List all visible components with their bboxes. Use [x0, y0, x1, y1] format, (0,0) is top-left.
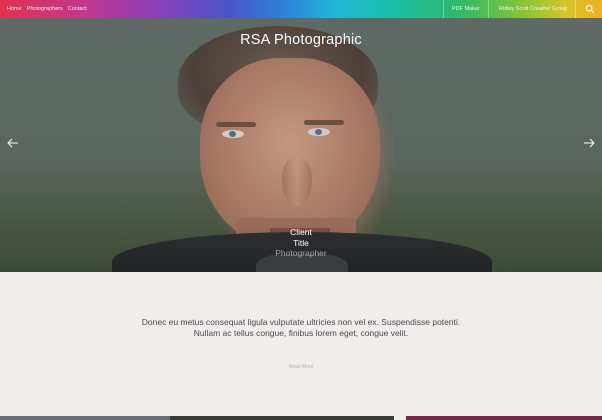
intro-line-2: Nullam ac tellus congue, finibus lorem e…: [193, 327, 409, 338]
thumbnail[interactable]: [406, 416, 602, 420]
top-navigation-bar: Home Photographers Contact PDF Maker Rid…: [0, 0, 602, 18]
caption-title: Title: [293, 237, 309, 248]
caption-photographer[interactable]: Photographer: [0, 248, 602, 259]
thumbnail-strip: [0, 416, 602, 420]
caption-client: Client: [290, 227, 312, 237]
hero-photo-eye: [222, 130, 244, 138]
nav-link-home[interactable]: Home: [7, 6, 22, 12]
thumbnail[interactable]: [0, 416, 170, 420]
nav-link-photographers[interactable]: Photographers: [27, 6, 63, 12]
intro-line-1: Donec eu metus consequat ligula vulputat…: [141, 317, 461, 327]
thumbnail[interactable]: [170, 416, 394, 420]
pdf-maker-link[interactable]: PDF Maker: [452, 0, 480, 18]
ridley-scott-group-link[interactable]: Ridley Scott Creative Group: [499, 0, 567, 18]
slide-caption: Client Title Photographer: [0, 227, 602, 259]
site-title: RSA Photographic: [240, 32, 362, 48]
nav-link-contact[interactable]: Contact: [68, 6, 87, 12]
arrow-right-icon[interactable]: [583, 138, 595, 148]
nav-divider: [488, 0, 489, 18]
arrow-left-icon[interactable]: [7, 138, 19, 148]
main-nav: Home Photographers Contact: [7, 0, 92, 18]
hero-photo-brow: [304, 120, 344, 125]
read-more-link[interactable]: Read More: [0, 364, 602, 370]
nav-divider: [443, 0, 444, 18]
hero-photo-nose: [282, 158, 312, 206]
intro-text: Donec eu metus consequat ligula vulputat…: [0, 317, 602, 338]
hero-photo-brow: [216, 122, 256, 127]
search-icon[interactable]: [585, 4, 595, 14]
hero-slider: RSA Photographic Client Title Photograph…: [0, 18, 602, 272]
nav-divider: [575, 0, 576, 18]
hero-photo-eye: [308, 128, 330, 136]
